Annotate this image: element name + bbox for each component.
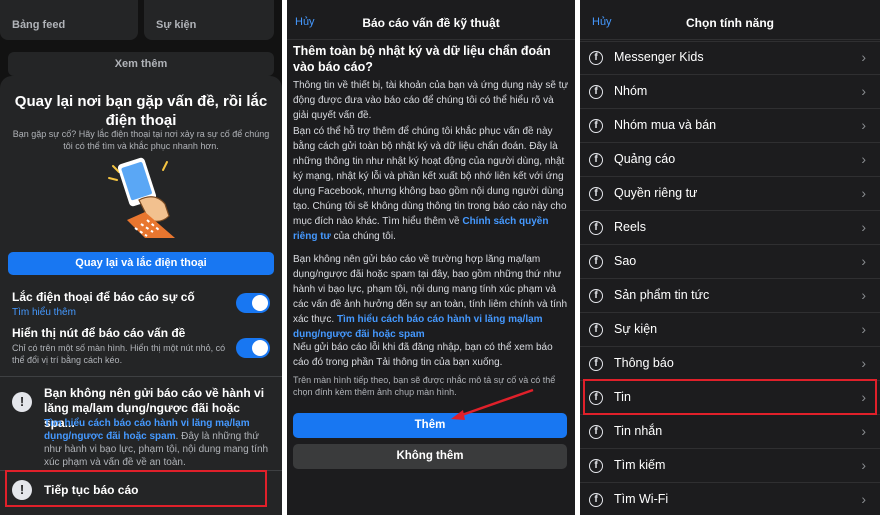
chevron-right-icon: › (861, 287, 866, 303)
learn-more-link[interactable]: Tìm hiểu thêm (12, 307, 270, 318)
feature-item[interactable]: f Quảng cáo › (580, 143, 880, 177)
logs-text: Bạn có thể hỗ trợ thêm để chúng tôi khắc… (293, 126, 567, 227)
feature-item[interactable]: f Thông báo › (580, 347, 880, 381)
abuse-paragraph: Bạn không nên gửi báo cáo về trường hợp … (293, 252, 569, 342)
feature-item[interactable]: f Messenger Kids › (580, 41, 880, 75)
feature-item-label: Quảng cáo (614, 152, 676, 166)
facebook-circle-icon: f (589, 221, 603, 235)
logs-heading: Thêm toàn bộ nhật ký và dữ liệu chẩn đoá… (293, 44, 551, 74)
report-button-toggle-desc: Chỉ có trên một số màn hình. Hiển thị mộ… (12, 343, 226, 365)
nav-title: Chọn tính năng (686, 16, 774, 30)
report-button-toggle-switch[interactable] (236, 338, 270, 358)
dont-add-logs-button[interactable]: Không thêm (293, 444, 567, 469)
nav-title: Báo cáo vấn đề kỹ thuật (362, 16, 500, 30)
facebook-circle-icon: f (589, 425, 603, 439)
feature-item-label: Sao (614, 254, 637, 268)
feature-item-label: Sự kiện (614, 322, 658, 336)
feature-item[interactable]: f Nhóm mua và bán › (580, 109, 880, 143)
bg-tile-label: Sự kiện (156, 19, 197, 31)
arrow-annotation (451, 388, 534, 420)
bg-tile-events: Sự kiện (144, 0, 274, 40)
shake-toggle-row: Lắc điện thoại để báo cáo sự cố Tìm hiểu… (12, 290, 270, 318)
shake-to-report-panel: Bảng feed Sự kiện Xem thêm Quay lại nơi … (0, 0, 282, 515)
feature-item[interactable]: f Nhóm › (580, 75, 880, 109)
report-button-toggle-row: Hiển thị nút để báo cáo vấn đề Chỉ có tr… (12, 326, 270, 366)
facebook-circle-icon: f (589, 153, 603, 167)
choose-feature-panel: Hủy Chọn tính năng f Messenger Kids › f Nhóm… (580, 0, 880, 515)
chevron-right-icon: › (861, 491, 866, 507)
download-info-paragraph: Nếu gửi báo cáo lỗi khi đã đăng nhập, bạ… (293, 342, 553, 368)
feature-item[interactable]: f Reels › (580, 211, 880, 245)
feature-item-label: Nhóm (614, 84, 648, 98)
divider (0, 376, 282, 377)
sheet-subtitle: Bạn gặp sự cố? Hãy lắc điện thoại tại nơ… (12, 129, 270, 151)
facebook-circle-icon: f (589, 187, 603, 201)
facebook-circle-icon: f (589, 459, 603, 473)
feature-item-label: Nhóm mua và bán (614, 118, 717, 132)
bg-tile-label: Bảng feed (12, 19, 66, 31)
chevron-right-icon: › (861, 117, 866, 133)
nav-bar: Hủy Chọn tính năng (580, 0, 880, 40)
feature-item-label: Tin nhắn (614, 424, 663, 438)
highlight-box (583, 379, 877, 415)
chevron-right-icon: › (861, 83, 866, 99)
feature-item[interactable]: f Tìm Wi-Fi › (580, 483, 880, 515)
info-paragraph: Thông tin về thiết bị, tài khoản của bạn… (293, 80, 569, 121)
feature-item-label: Reels (614, 220, 646, 234)
chevron-right-icon: › (861, 321, 866, 337)
chevron-right-icon: › (861, 151, 866, 167)
facebook-circle-icon: f (589, 289, 603, 303)
bottom-sheet: Quay lại nơi bạn gặp vấn đề, rồi lắc điệ… (0, 76, 282, 515)
highlight-box (5, 470, 267, 507)
facebook-circle-icon: f (589, 255, 603, 269)
chevron-right-icon: › (861, 219, 866, 235)
facebook-circle-icon: f (589, 51, 603, 65)
shake-toggle-label: Lắc điện thoại để báo cáo sự cố (12, 290, 195, 304)
feature-item[interactable]: f Tin nhắn › (580, 415, 880, 449)
feature-item[interactable]: f Quyền riêng tư › (580, 177, 880, 211)
feature-item-label: Tìm kiếm (614, 458, 666, 472)
facebook-circle-icon: f (589, 357, 603, 371)
sheet-title: Quay lại nơi bạn gặp vấn đề, rồi lắc điệ… (14, 93, 268, 129)
chevron-right-icon: › (861, 423, 866, 439)
feature-item-label: Thông báo (614, 356, 674, 370)
feature-item[interactable]: f Sản phẩm tin tức › (580, 279, 880, 313)
facebook-circle-icon: f (589, 85, 603, 99)
feature-item[interactable]: f Sao › (580, 245, 880, 279)
chevron-right-icon: › (861, 253, 866, 269)
chevron-right-icon: › (861, 355, 866, 371)
facebook-circle-icon: f (589, 119, 603, 133)
feature-item-label: Tìm Wi-Fi (614, 492, 669, 506)
facebook-circle-icon: f (589, 323, 603, 337)
logs-paragraph: Bạn có thể hỗ trợ thêm để chúng tôi khắc… (293, 124, 569, 244)
feature-item-label: Quyền riêng tư (614, 186, 698, 200)
alert-circle-icon: ! (12, 392, 32, 412)
phone-shake-illustration (108, 157, 175, 238)
technical-issue-report-panel: Hủy Báo cáo vấn đề kỹ thuật Thêm toàn bộ… (287, 0, 575, 515)
feature-item[interactable]: f Tìm kiếm › (580, 449, 880, 483)
logs-text-end: của chúng tôi. (333, 231, 396, 242)
feature-item-label: Messenger Kids (614, 50, 704, 64)
chevron-right-icon: › (861, 185, 866, 201)
chevron-right-icon: › (861, 49, 866, 65)
chevron-right-icon: › (861, 457, 866, 473)
report-button-toggle-label: Hiển thị nút để báo cáo vấn đề (12, 326, 186, 340)
shake-toggle-switch[interactable] (236, 293, 270, 313)
facebook-circle-icon: f (589, 493, 603, 507)
abuse-warning-body: Tìm hiểu cách báo cáo hành vi lăng mạ/lạ… (44, 417, 270, 469)
feature-item-label: Sản phẩm tin tức (614, 288, 710, 302)
shake-phone-button[interactable]: Quay lại và lắc điện thoại (8, 252, 274, 275)
bg-tile-feed: Bảng feed (0, 0, 138, 40)
nav-bar: Hủy Báo cáo vấn đề kỹ thuật (287, 0, 575, 40)
bg-see-more: Xem thêm (8, 52, 274, 76)
feature-item[interactable]: f Sự kiện › (580, 313, 880, 347)
